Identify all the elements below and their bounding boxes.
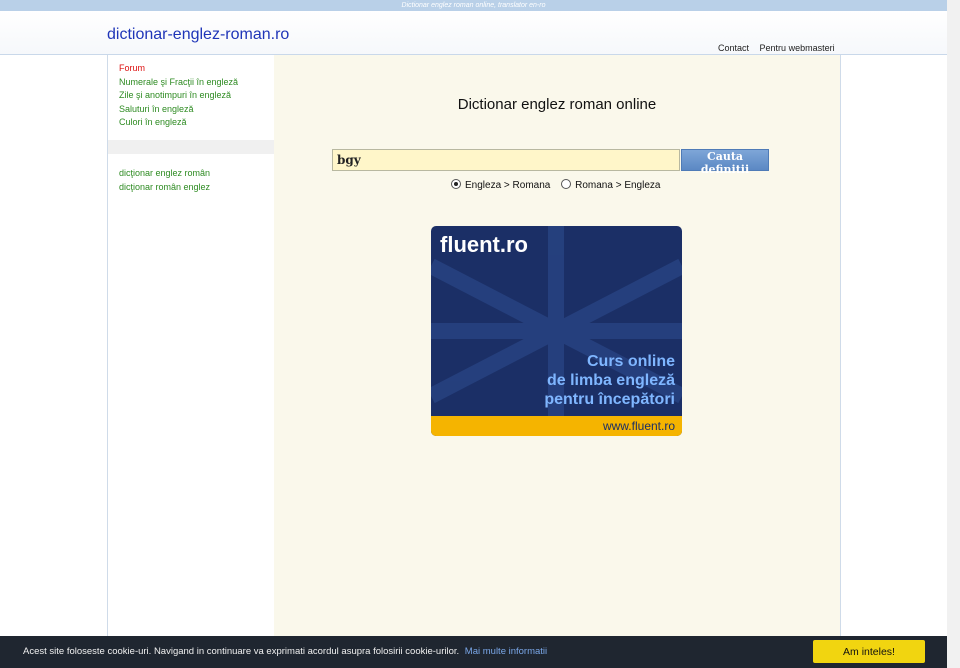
radio-ro-en-label[interactable]: Romana > Engleza [575,180,660,191]
main-content: Dictionar englez roman online Cauta defi… [274,55,841,636]
direction-options: Engleza > Romana Romana > Engleza [451,179,668,191]
ad-slogan-line-2: de limba engleză [546,372,675,389]
sidebar-dictionary-links: dicţionar englez român dicţionar român e… [119,167,210,194]
sidebar-item-ro-en[interactable]: dicţionar român englez [119,181,210,195]
ad-brand: fluent.ro [440,232,528,257]
cookie-accept-button[interactable]: Am inteles! [813,640,925,663]
sidebar-menu: Forum Numerale şi Fracţii în engleză Zil… [119,62,238,130]
cookie-banner: Acest site foloseste cookie-uri. Navigan… [0,636,947,668]
contact-link[interactable]: Contact [718,43,749,53]
page-scrollbar-track[interactable] [947,0,960,668]
sidebar-divider [108,140,274,154]
site-title-link[interactable]: dictionar-englez-roman.ro [107,26,289,44]
ad-slogan: Curs online de limba engleză pentru înce… [544,352,675,409]
sidebar-item-forum[interactable]: Forum [119,62,238,76]
site-tagline: Dictionar englez roman online, translato… [401,2,546,9]
sidebar-item-en-ro[interactable]: dicţionar englez român [119,167,210,181]
site-tagline-bar: Dictionar englez roman online, translato… [0,0,947,11]
search-input[interactable] [332,149,680,171]
cookie-message: Acest site foloseste cookie-uri. Navigan… [23,646,460,657]
ad-url: www.fluent.ro [602,419,675,433]
ad-slogan-line-1: Curs online [586,353,675,370]
cookie-more-info-link[interactable]: Mai multe informatii [465,646,547,657]
fluent-ad-banner[interactable]: fluent.ro Curs online de limba engleză p… [431,226,682,436]
webmasters-link[interactable]: Pentru webmasteri [760,43,835,53]
radio-en-ro[interactable] [451,179,461,189]
page-title: Dictionar englez roman online [457,96,657,113]
sidebar-item-culori[interactable]: Culori în engleză [119,116,238,130]
sidebar-item-numerale[interactable]: Numerale şi Fracţii în engleză [119,76,238,90]
radio-en-ro-label[interactable]: Engleza > Romana [465,180,550,191]
sidebar-item-zile[interactable]: Zile şi anotimpuri în engleză [119,89,238,103]
site-header: dictionar-englez-roman.ro Contact Pentru… [0,11,947,55]
left-sidebar: Forum Numerale şi Fracţii în engleză Zil… [107,55,275,636]
sidebar-item-saluturi[interactable]: Saluturi în engleză [119,103,238,117]
radio-ro-en[interactable] [561,179,572,189]
ad-slogan-line-3: pentru începători [544,391,675,408]
search-button[interactable]: Cauta definitii [681,149,769,176]
header-links: Contact Pentru webmasteri [718,43,843,53]
ad-footer: www.fluent.ro [431,416,682,436]
cookie-text-row: Acest site foloseste cookie-uri. Navigan… [23,646,547,657]
